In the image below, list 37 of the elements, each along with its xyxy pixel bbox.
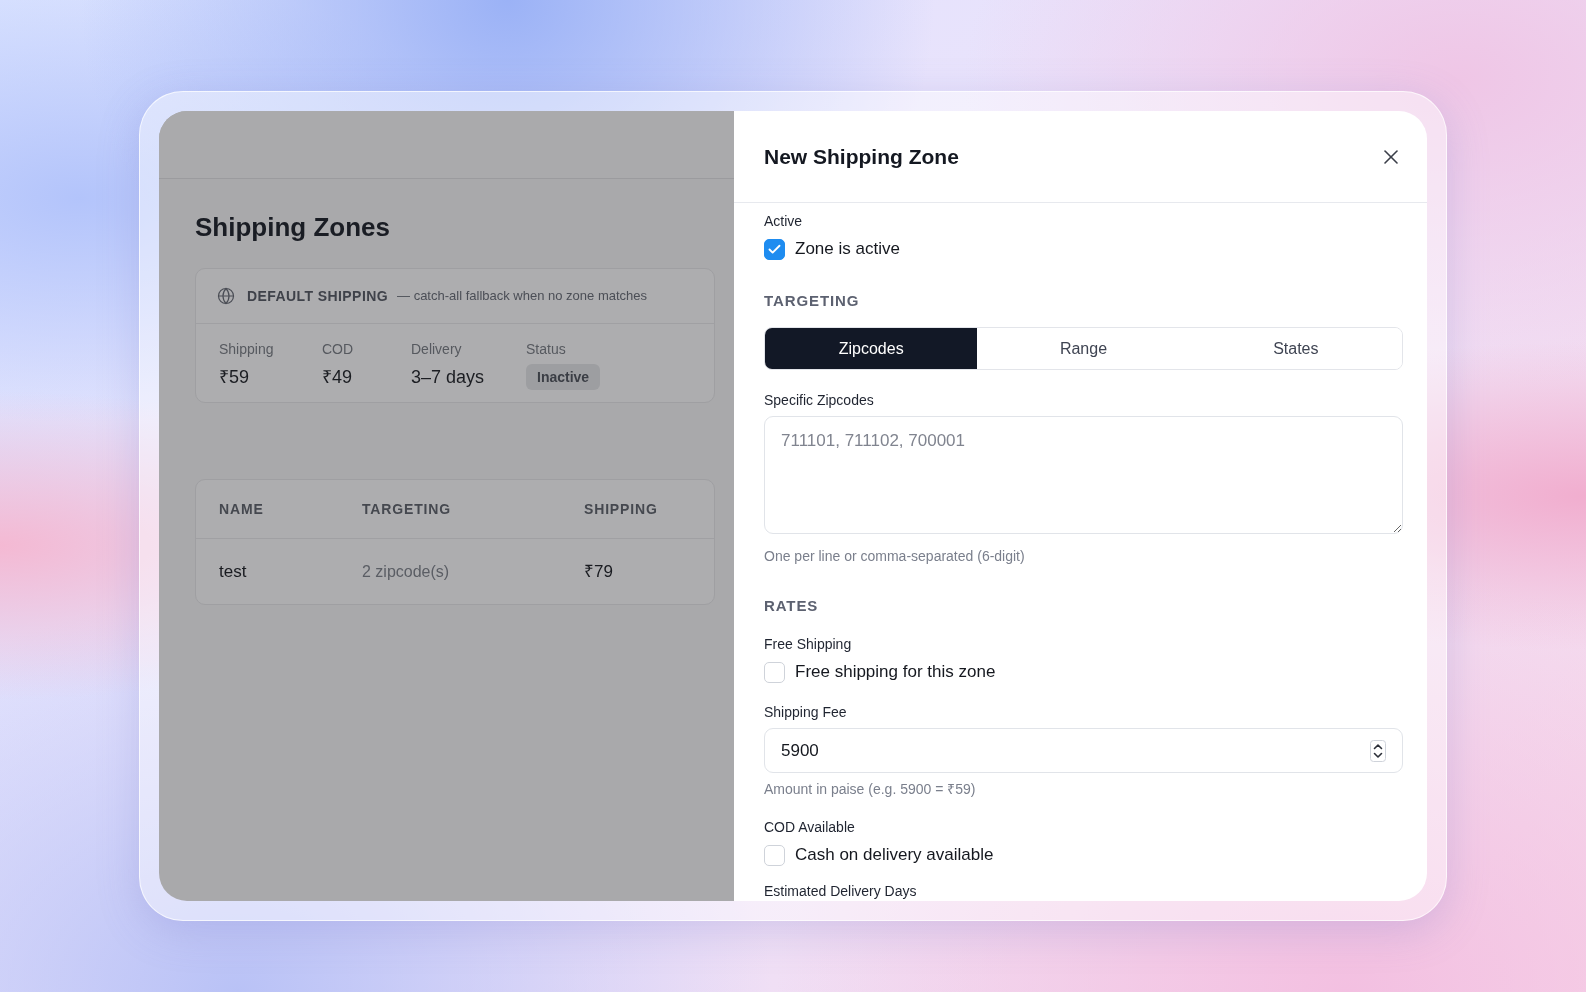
section-heading: TARGETING xyxy=(764,291,860,311)
table-header-cell-text: TARGETING xyxy=(362,499,451,519)
globe-icon xyxy=(217,287,235,305)
field-label: Specific Zipcodes xyxy=(764,391,874,410)
status-badge: Inactive xyxy=(526,364,601,390)
field-label: Free Shipping xyxy=(764,635,852,654)
card-description: — catch-all fallback when no zone matches xyxy=(397,287,648,306)
field-label: COD Available xyxy=(764,818,855,837)
hint-text: Amount in paise (e.g. 5900 = ₹59) xyxy=(764,780,976,799)
table-cell-text: 2 zipcode(s) xyxy=(362,561,450,582)
stat-label: Status xyxy=(526,340,566,359)
shipping-fee-input[interactable]: 5900 xyxy=(764,728,1403,773)
checkbox[interactable] xyxy=(764,238,785,260)
stat-value: ₹59 xyxy=(219,366,250,389)
hint-text: One per line or comma-separated (6-digit) xyxy=(764,547,1025,566)
checkbox-label: Free shipping for this zone xyxy=(795,661,996,683)
tab[interactable]: Zipcodes xyxy=(765,328,978,369)
zipcodes-textarea[interactable]: 711101, 711102, 700001 xyxy=(764,416,1403,534)
table-cell-text: ₹79 xyxy=(584,560,613,583)
table-header-cell-text: SHIPPING xyxy=(584,499,658,519)
field-label: Estimated Delivery Days xyxy=(764,882,917,901)
drawer-title: New Shipping Zone xyxy=(764,143,959,170)
field-label: Active xyxy=(764,212,803,231)
stat-label: COD xyxy=(322,340,354,359)
stat-label: Shipping xyxy=(219,340,274,359)
checkbox-label: Cash on delivery available xyxy=(795,844,994,866)
stat-value: 3–7 days xyxy=(411,366,485,389)
stat-value: ₹49 xyxy=(322,366,353,389)
section-heading: RATES xyxy=(764,596,819,616)
page-title: Shipping Zones xyxy=(195,211,390,243)
table-cell-text: test xyxy=(219,560,247,583)
stepper-icon[interactable] xyxy=(1370,740,1386,762)
field-label: Shipping Fee xyxy=(764,703,847,722)
checkbox-label: Zone is active xyxy=(795,238,900,260)
card-title: DEFAULT SHIPPING xyxy=(247,286,389,306)
table-header-cell-text: NAME xyxy=(219,499,264,519)
stat-label: Delivery xyxy=(411,340,462,359)
